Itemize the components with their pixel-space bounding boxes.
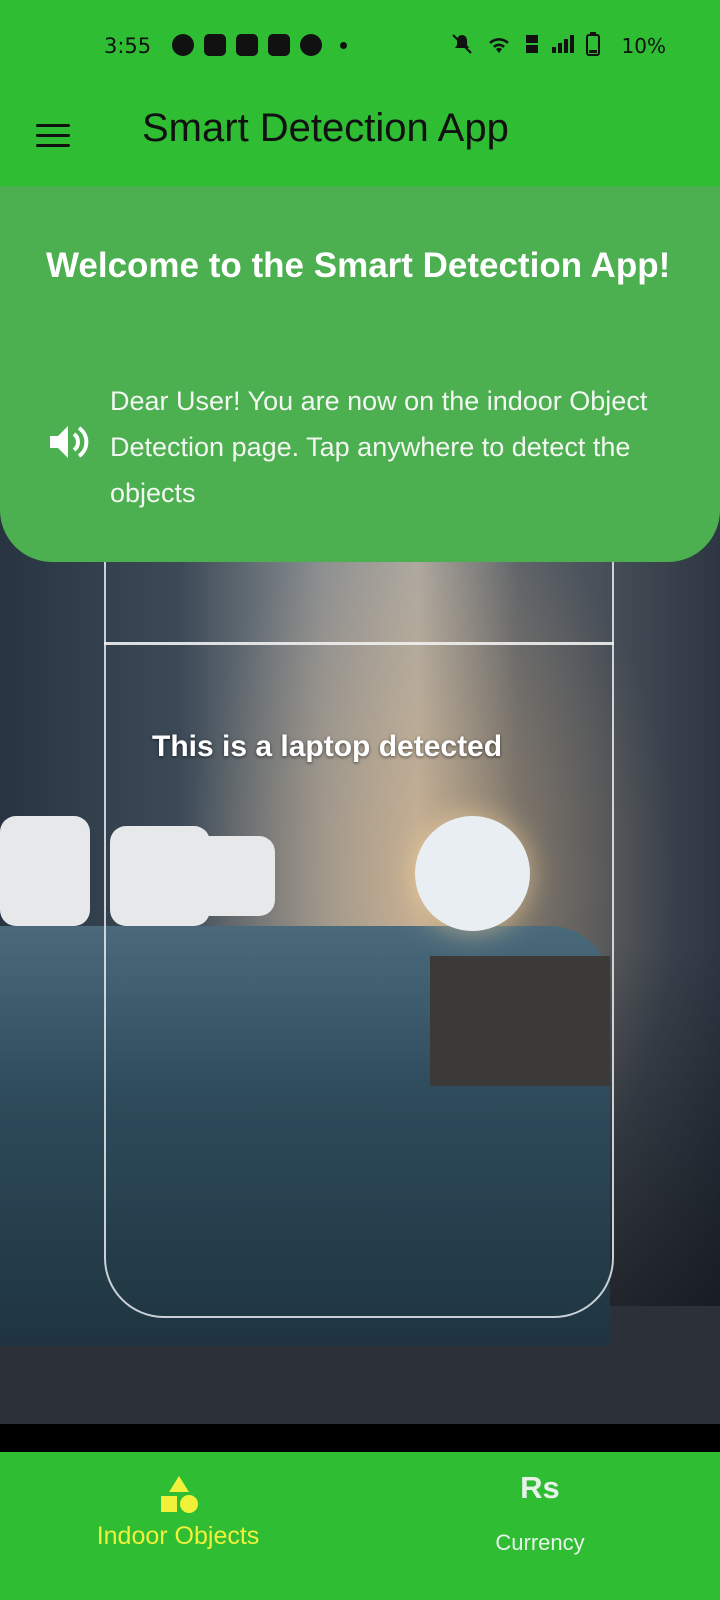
speaker-icon[interactable] bbox=[48, 422, 92, 462]
game-icon bbox=[204, 34, 226, 56]
battery-percent: 10% bbox=[621, 34, 666, 58]
shapes-icon bbox=[161, 1476, 198, 1513]
nav-currency-label: Currency bbox=[495, 1530, 585, 1555]
detection-scan-line bbox=[104, 642, 614, 645]
volte-icon bbox=[526, 35, 538, 53]
signal-icon bbox=[552, 35, 574, 53]
nav-indoor-objects[interactable]: Indoor Objects bbox=[0, 1452, 360, 1600]
detection-label: This is a laptop detected bbox=[152, 730, 503, 763]
status-time: 3:55 bbox=[104, 34, 152, 58]
app-title: Smart Detection App bbox=[142, 106, 509, 150]
nav-indoor-objects-label: Indoor Objects bbox=[96, 1522, 260, 1550]
status-bar: 3:55 10% bbox=[0, 0, 720, 92]
whatsapp-icon bbox=[172, 34, 194, 56]
app-bar: Smart Detection App bbox=[0, 92, 720, 186]
currency-rs-icon: Rs bbox=[520, 1470, 560, 1505]
nav-currency[interactable]: Rs Currency bbox=[360, 1452, 720, 1600]
wifi-icon bbox=[489, 38, 509, 53]
welcome-card: Welcome to the Smart Detection App! Dear… bbox=[0, 186, 720, 562]
system-icons bbox=[450, 32, 600, 56]
more-notifications-dot bbox=[340, 41, 347, 49]
app-icon bbox=[268, 34, 290, 56]
welcome-message: Dear User! You are now on the indoor Obj… bbox=[110, 386, 648, 508]
bottom-navigation: Indoor Objects Rs Currency bbox=[0, 1452, 720, 1600]
welcome-title: Welcome to the Smart Detection App! bbox=[46, 246, 671, 285]
mute-icon bbox=[452, 34, 472, 54]
hamburger-menu-icon[interactable] bbox=[34, 116, 74, 156]
camera-bottom-bar bbox=[0, 1424, 720, 1452]
pillow-left bbox=[0, 816, 90, 926]
notification-icons bbox=[172, 34, 347, 56]
extra-icon bbox=[300, 34, 322, 56]
battery-icon bbox=[586, 32, 600, 56]
youtube-icon bbox=[236, 34, 258, 56]
